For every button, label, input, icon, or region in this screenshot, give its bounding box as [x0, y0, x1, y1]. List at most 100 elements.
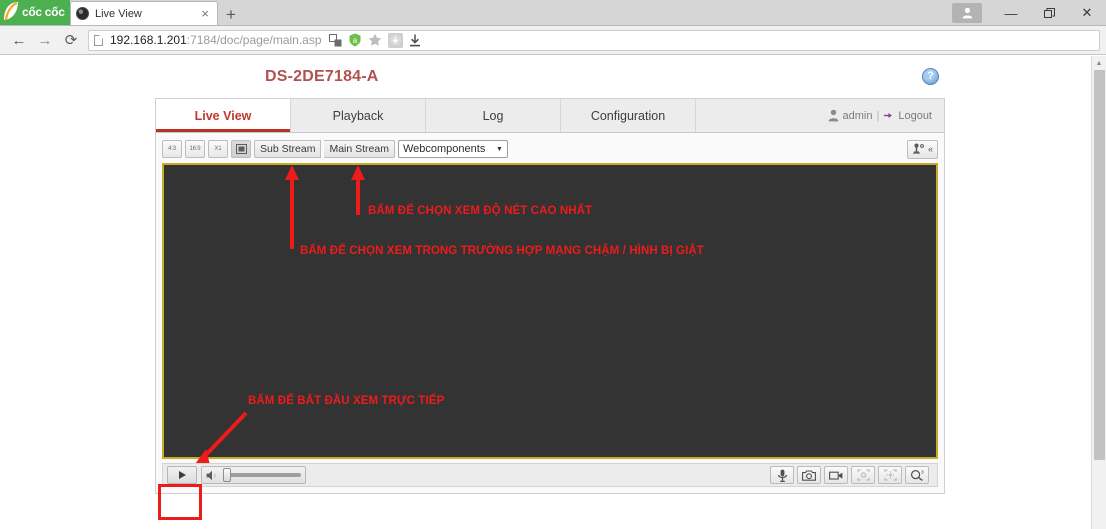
username-label: admin: [842, 109, 873, 122]
page-header: DS-2DE7184-A ?: [0, 56, 1091, 98]
extension-glyph-icon: [328, 33, 342, 46]
minimize-button[interactable]: —: [992, 0, 1030, 26]
bookmark-star-icon[interactable]: [368, 33, 383, 48]
plugin-select[interactable]: Webcomponents ▼: [397, 140, 508, 158]
nav-spacer: admin | Logout: [696, 99, 944, 132]
coccoc-brand-logo: cốc cốc: [0, 0, 70, 25]
adblock-glyph-icon: a: [349, 33, 361, 47]
fit-window-button[interactable]: [231, 140, 251, 158]
maximize-button[interactable]: [1030, 0, 1068, 26]
manual-track-button[interactable]: [851, 466, 875, 484]
camera-favicon-icon: [76, 7, 89, 20]
address-bar-icons: a: [322, 32, 423, 48]
download-icon[interactable]: [387, 32, 403, 48]
user-separator: |: [876, 109, 880, 122]
live-view-panel: 4:3 16:9 X1 Sub Stream Main Stream Webco…: [155, 133, 945, 494]
adblock-icon[interactable]: a: [348, 33, 363, 48]
browser-tab[interactable]: Live View ×: [70, 1, 218, 25]
profile-icon[interactable]: [952, 3, 982, 23]
tab-log-label: Log: [482, 108, 504, 123]
zoom-3d-button[interactable]: 3D: [905, 466, 929, 484]
tab-log[interactable]: Log: [426, 99, 561, 132]
live-video-area[interactable]: BẤM ĐỂ CHỌN XEM ĐỘ NÉT CAO NHẤT BẤM ĐỂ C…: [162, 163, 938, 471]
logout-label[interactable]: Logout: [898, 110, 932, 122]
ptz-joystick-icon: [912, 143, 924, 154]
live-view-action-icons: 3D: [770, 466, 933, 484]
plugin-select-value: Webcomponents: [402, 143, 486, 155]
maximize-icon: [1043, 7, 1055, 18]
record-button[interactable]: [824, 466, 848, 484]
leaf-icon: [4, 1, 18, 21]
user-area: admin | Logout: [828, 109, 944, 122]
play-arrow: [190, 411, 248, 471]
auto-track-icon: [883, 469, 897, 481]
ratio-x1-button[interactable]: X1: [208, 140, 228, 158]
zoom-3d-icon: 3D: [910, 469, 924, 481]
tab-playback[interactable]: Playback: [291, 99, 426, 132]
live-view-bottom-bar: 3D: [162, 463, 938, 487]
logout-icon: [884, 112, 893, 119]
play-button[interactable]: [167, 466, 197, 484]
browser-tabstrip: cốc cốc Live View × + — ✕: [0, 0, 1106, 26]
brand-label: cốc cốc: [22, 5, 65, 19]
user-icon: [828, 109, 838, 122]
tab-live-view[interactable]: Live View: [156, 99, 291, 132]
scroll-thumb[interactable]: [1094, 70, 1105, 460]
snapshot-icon: [802, 469, 816, 481]
tab-configuration-label: Configuration: [590, 108, 666, 123]
annotation-play: BẤM ĐỂ BẮT ĐẦU XEM TRỰC TIẾP: [248, 395, 445, 407]
url-host: 192.168.1.201: [110, 33, 187, 47]
tab-title: Live View: [95, 7, 142, 20]
reload-button[interactable]: ⟳: [58, 27, 84, 53]
manual-track-icon: [856, 469, 870, 481]
page-viewport: DS-2DE7184-A ? Live View Playback Log Co…: [0, 56, 1106, 529]
snapshot-button[interactable]: [797, 466, 821, 484]
forward-button[interactable]: →: [32, 27, 58, 53]
save-glyph-icon: [410, 34, 421, 46]
download-glyph-icon: [389, 34, 401, 46]
main-stream-button[interactable]: Main Stream: [324, 140, 395, 158]
record-icon: [829, 471, 843, 480]
tab-playback-label: Playback: [332, 108, 384, 123]
url-text: 192.168.1.201:7184/doc/page/main.asp: [110, 33, 322, 47]
main-stream-arrow: [351, 165, 365, 215]
annotation-main-stream: BẤM ĐỂ CHỌN XEM ĐỘ NÉT CAO NHẤT: [368, 205, 593, 217]
new-tab-button[interactable]: +: [226, 6, 236, 23]
fit-window-icon: [235, 144, 247, 154]
ratio-4-3-button[interactable]: 4:3: [162, 140, 182, 158]
user-glyph-icon: [962, 7, 972, 19]
sub-stream-button[interactable]: Sub Stream: [254, 140, 322, 158]
volume-slider-thumb[interactable]: [223, 468, 231, 482]
close-window-button[interactable]: ✕: [1068, 0, 1106, 26]
window-controls: — ✕: [952, 0, 1106, 26]
microphone-icon: [777, 469, 787, 482]
ptz-collapse-label: «: [927, 144, 933, 154]
scroll-up-button[interactable]: ▲: [1092, 56, 1106, 70]
browser-window: cốc cốc Live View × + — ✕ ← → ⟳ 192.168.…: [0, 0, 1106, 529]
document-icon: [94, 34, 103, 46]
page-scrollbar[interactable]: ▲: [1091, 56, 1106, 529]
help-icon[interactable]: ?: [922, 68, 939, 85]
url-path: :7184/doc/page/main.asp: [186, 33, 322, 47]
page-title: DS-2DE7184-A: [265, 68, 379, 85]
browser-toolbar: ← → ⟳ 192.168.1.201:7184/doc/page/main.a…: [0, 26, 1106, 55]
auto-track-button[interactable]: [878, 466, 902, 484]
ptz-toggle-button[interactable]: «: [906, 139, 938, 159]
tab-live-view-label: Live View: [194, 108, 252, 123]
volume-slider-track[interactable]: [223, 468, 301, 482]
tab-configuration[interactable]: Configuration: [561, 99, 696, 132]
volume-control[interactable]: [201, 466, 306, 484]
close-icon[interactable]: ×: [198, 7, 212, 20]
ipcam-page: DS-2DE7184-A ? Live View Playback Log Co…: [0, 56, 1091, 520]
back-button[interactable]: ←: [6, 27, 32, 53]
microphone-button[interactable]: [770, 466, 794, 484]
star-glyph-icon: [368, 33, 382, 46]
svg-text:3D: 3D: [921, 469, 924, 474]
annotation-sub-stream: BẤM ĐỂ CHỌN XEM TRONG TRƯỜNG HỢP MẠNG CH…: [300, 245, 704, 257]
save-icon[interactable]: [408, 33, 423, 48]
address-bar[interactable]: 192.168.1.201:7184/doc/page/main.asp a: [88, 29, 1100, 51]
main-nav-tabs: Live View Playback Log Configuration adm…: [155, 98, 945, 133]
speaker-muted-icon: [206, 470, 216, 480]
ratio-16-9-button[interactable]: 16:9: [185, 140, 205, 158]
extension-icon[interactable]: [328, 33, 343, 48]
